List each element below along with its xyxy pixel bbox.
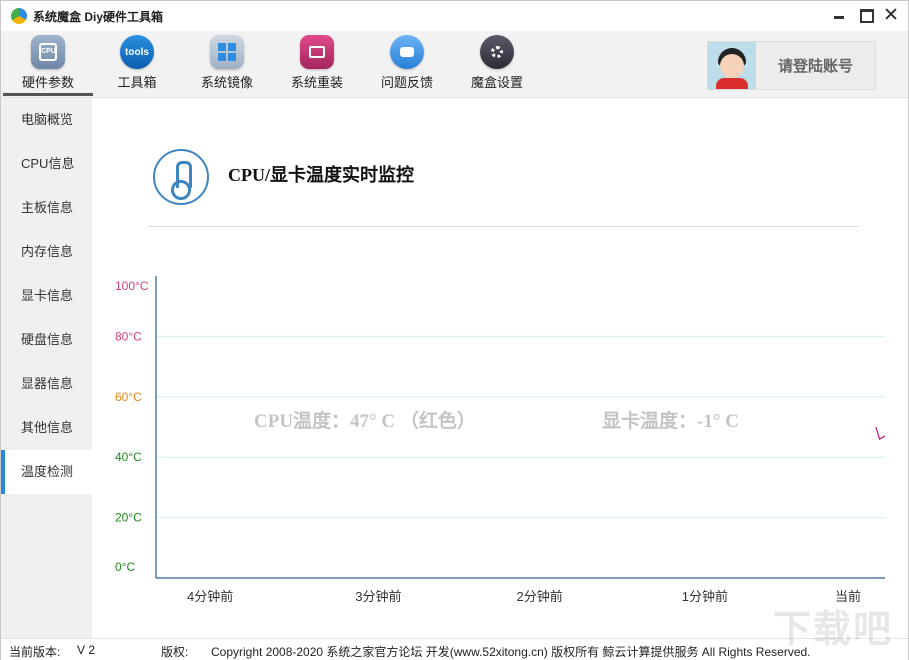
monitor-icon (300, 35, 334, 69)
sidebar-item-motherboard[interactable]: 主板信息 (1, 186, 92, 230)
title-bar: 系统魔盒 Diy硬件工具箱 (1, 1, 908, 31)
temperature-chart: 100°C 80°C 60°C 40°C 20°C 0°C 4分钟前 3分钟前 2分钟前 1分钟前… (115, 276, 886, 604)
sidebar: 电脑概览 CPU信息 主板信息 内存信息 显卡信息 硬盘信息 显器信息 其他信息… (1, 98, 92, 638)
version-label: 当前版本: (9, 645, 61, 659)
tool-system-image[interactable]: 系统镜像 (182, 31, 272, 95)
x-tick-label: 2分钟前 (517, 589, 563, 604)
x-tick-label: 1分钟前 (682, 589, 728, 604)
avatar (708, 42, 756, 89)
window-controls (832, 7, 898, 23)
sidebar-item-disk[interactable]: 硬盘信息 (1, 318, 92, 362)
main-panel: CPU/显卡温度实时监控 100°C 80°C 60°C 40°C 20°C 0°C 4分钟… (92, 98, 908, 638)
y-tick-label: 60°C (115, 390, 142, 404)
sidebar-item-graphics[interactable]: 显卡信息 (1, 274, 92, 318)
watermark: 下载吧 (773, 609, 894, 651)
maximize-icon[interactable] (858, 7, 874, 23)
login-label[interactable]: 请登陆账号 (756, 55, 875, 76)
chart-annotation: CPU温度：47° C （红色） (254, 409, 476, 432)
sidebar-item-memory[interactable]: 内存信息 (1, 230, 92, 274)
copyright-label: 版权: (161, 645, 189, 659)
app-logo-icon (11, 8, 27, 24)
chart-annotation: 显卡温度：-1° C (602, 409, 739, 432)
chip-icon: CPU (31, 35, 65, 69)
sidebar-item-overview[interactable]: 电脑概览 (1, 98, 92, 142)
sidebar-item-display[interactable]: 显器信息 (1, 362, 92, 406)
y-tick-label: 100°C (115, 279, 149, 293)
tools-icon: tools (120, 35, 154, 69)
tool-settings[interactable]: 魔盒设置 (452, 31, 542, 95)
close-icon[interactable] (884, 7, 898, 21)
chat-icon (390, 35, 424, 69)
tool-label: 魔盒设置 (470, 75, 523, 90)
y-tick-label: 20°C (115, 511, 142, 525)
sidebar-item-other[interactable]: 其他信息 (1, 406, 92, 450)
series-line (875, 426, 886, 440)
tool-label: 问题反馈 (380, 75, 433, 90)
windows-icon (210, 35, 244, 69)
tool-label: 硬件参数 (21, 75, 74, 90)
copyright-text: Copyright 2008-2020 系统之家官方论坛 开发(www.52xi… (211, 645, 811, 659)
app-title: 系统魔盒 Diy硬件工具箱 (33, 9, 164, 24)
tool-label: 系统重装 (290, 75, 343, 90)
minimize-icon[interactable] (832, 7, 846, 21)
app-window: 系统魔盒 Diy硬件工具箱 CPU 硬件参数 tools 工具箱 系统镜像 系统… (0, 0, 909, 660)
tool-feedback[interactable]: 问题反馈 (362, 31, 452, 95)
page-title: CPU/显卡温度实时监控 (228, 165, 414, 185)
y-tick-label: 80°C (115, 329, 142, 343)
x-tick-label: 3分钟前 (355, 589, 401, 604)
tool-label: 工具箱 (117, 75, 157, 90)
tool-reinstall[interactable]: 系统重装 (272, 31, 362, 95)
version-value: V 2 (77, 643, 96, 657)
tool-toolbox[interactable]: tools 工具箱 (92, 31, 182, 95)
tool-label: 系统镜像 (200, 75, 253, 90)
x-tick-label: 4分钟前 (187, 589, 233, 604)
y-tick-label: 0°C (115, 560, 135, 574)
sidebar-item-cpu[interactable]: CPU信息 (1, 142, 92, 186)
status-bar: 当前版本: V 2 版权: Copyright 2008-2020 系统之家官方… (1, 638, 908, 660)
sidebar-item-temperature[interactable]: 温度检测 (1, 450, 92, 494)
gear-icon (480, 35, 514, 69)
tool-hardware-params[interactable]: CPU 硬件参数 (3, 31, 93, 96)
login-panel[interactable]: 请登陆账号 (707, 41, 876, 90)
thermometer-icon (153, 149, 209, 205)
divider (147, 226, 859, 227)
y-tick-label: 40°C (115, 450, 142, 464)
